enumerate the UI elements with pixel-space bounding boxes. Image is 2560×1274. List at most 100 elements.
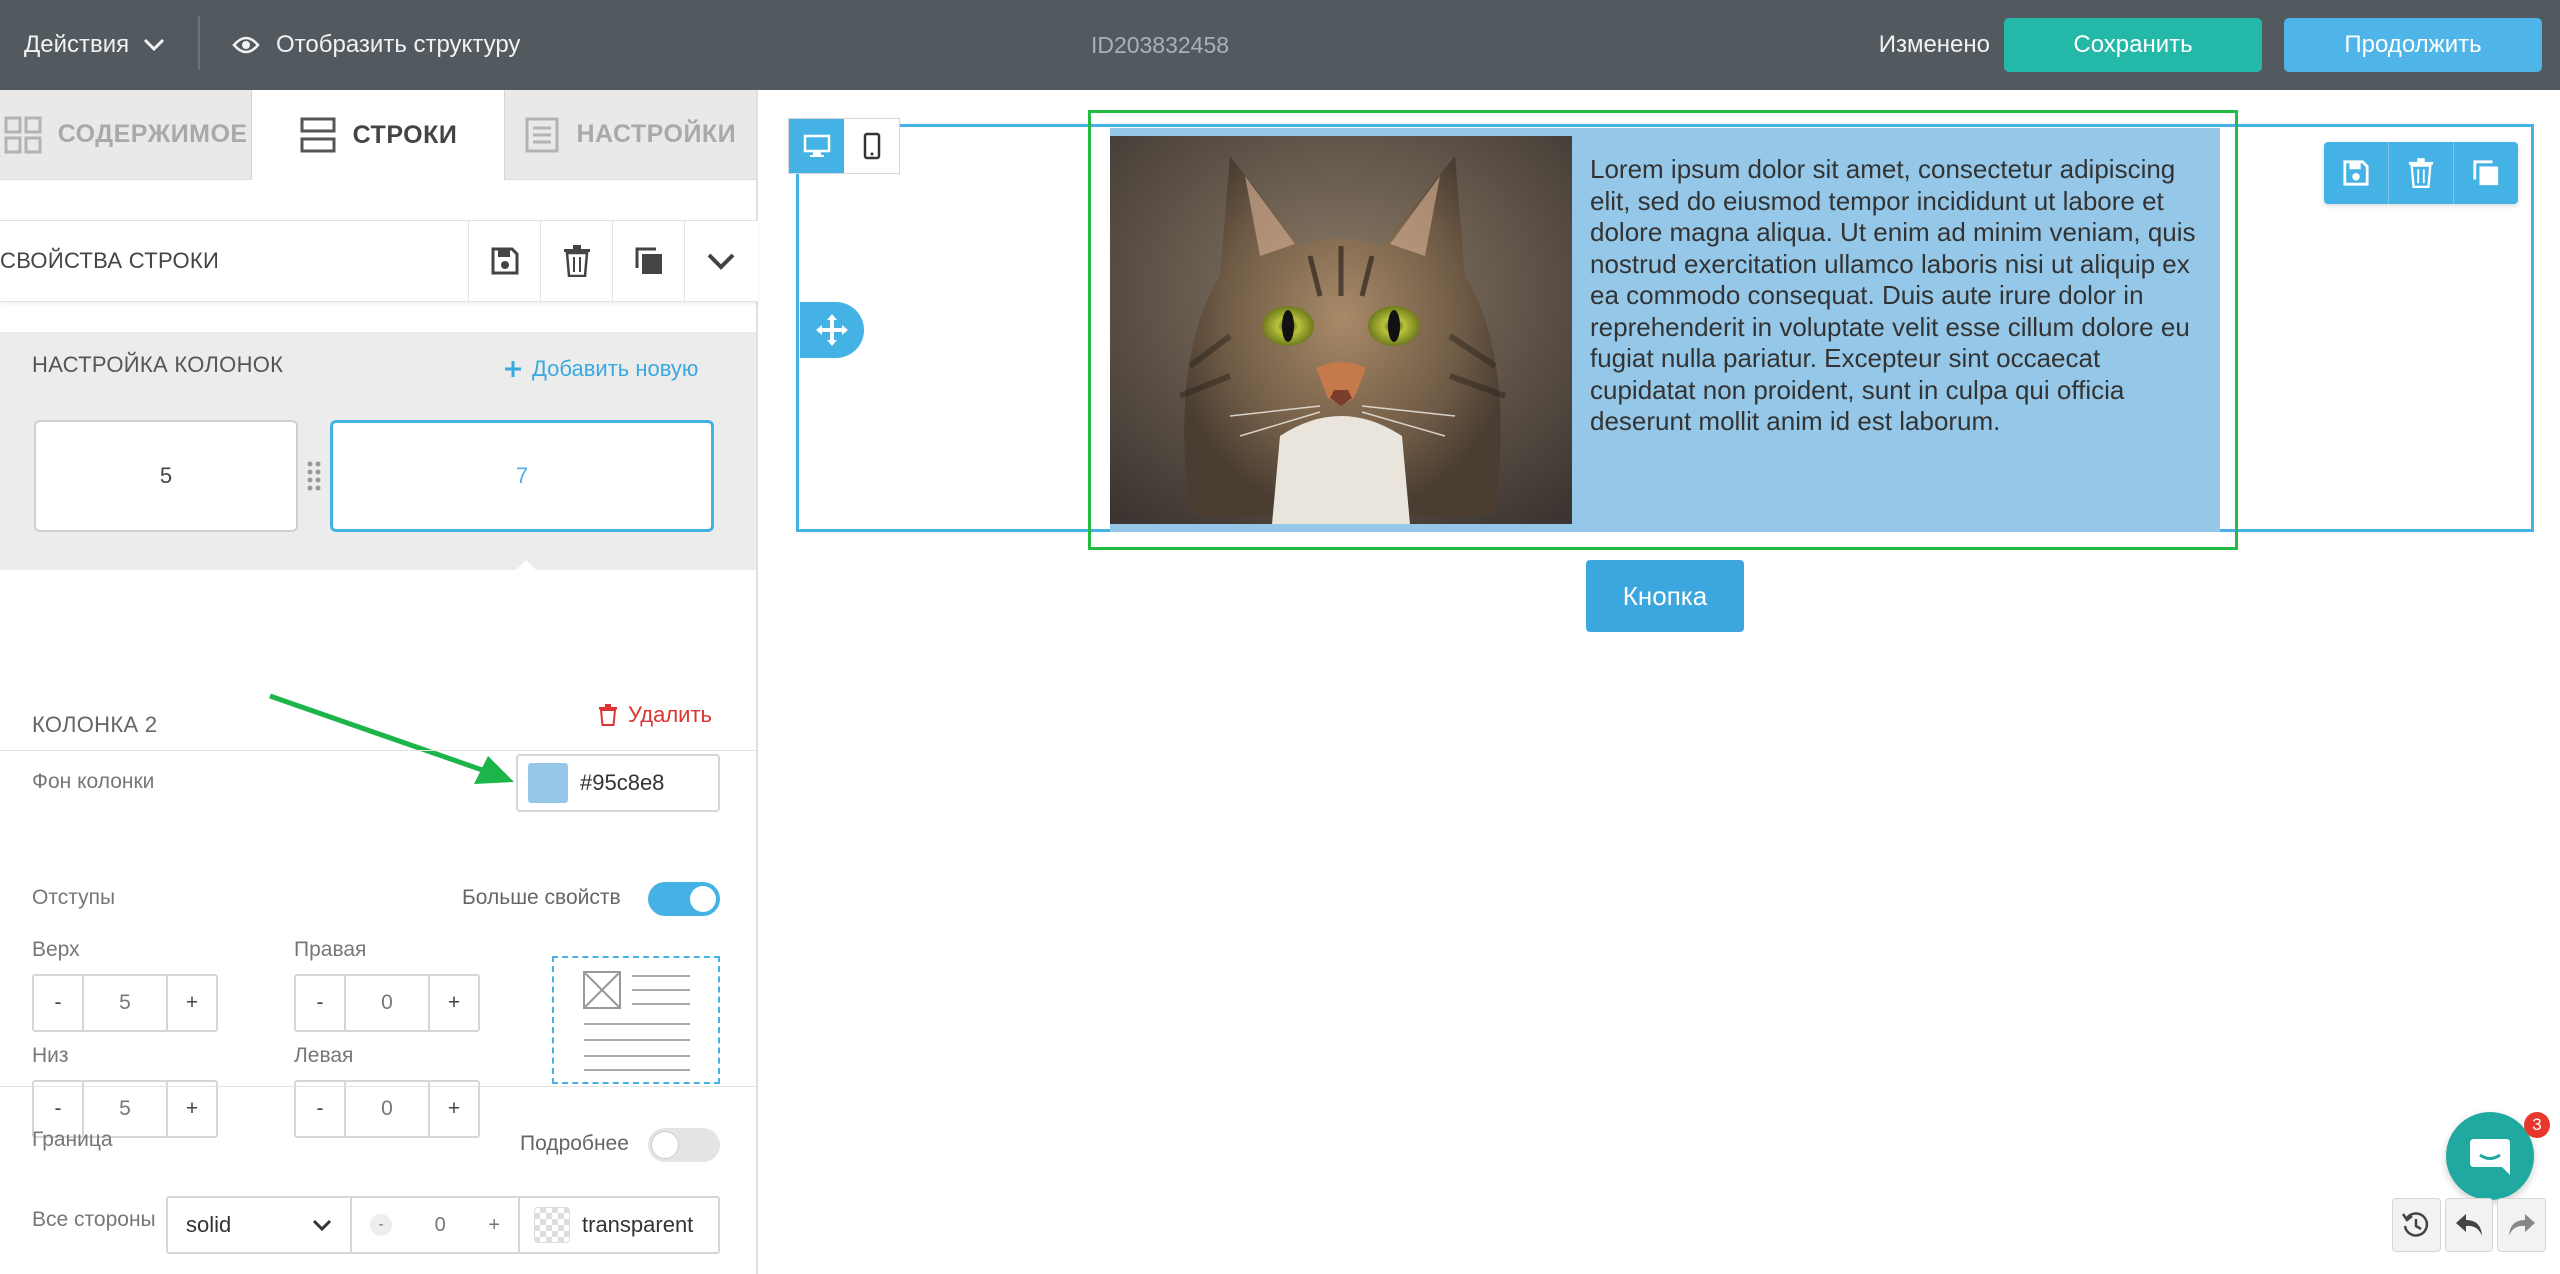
decrement-button[interactable]: - [296,976,344,1030]
column-2-title: КОЛОНКА 2 [32,712,158,737]
padding-left-value[interactable]: 0 [344,1082,430,1136]
duplicate-row-button[interactable] [612,221,684,301]
decrement-button[interactable]: - [34,976,82,1030]
tab-settings[interactable]: НАСТРОЙКИ [503,90,756,180]
tab-content-label: СОДЕРЖИМОЕ [57,120,248,148]
panel-tabs: СОДЕРЖИМОЕ СТРОКИ НАСТРОЙКИ [0,90,756,180]
chat-icon [2470,1139,2510,1175]
increment-button[interactable]: + [488,1214,500,1237]
continue-button[interactable]: Продолжить [2284,18,2542,72]
add-column-link[interactable]: Добавить новую [504,356,698,382]
green-arrow-annotation [269,693,514,784]
plus-icon [505,361,521,377]
all-sides-label: Все стороны [32,1208,156,1231]
divider [198,16,200,70]
tab-rows[interactable]: СТРОКИ [252,90,504,180]
history-icon [2402,1212,2429,1237]
chat-widget-button[interactable] [2446,1112,2534,1200]
desktop-view-button[interactable] [789,119,844,173]
properties-panel: СОДЕРЖИМОЕ СТРОКИ НАСТРОЙКИ СВОЙСТВА СТР… [0,90,758,1274]
history-button[interactable] [2392,1198,2441,1252]
document-id: ID203832458 [1090,31,1230,58]
padding-right-stepper: - 0 + [294,974,480,1032]
border-color-value: transparent [582,1212,694,1237]
save-row-button[interactable] [468,221,540,301]
settings-doc-icon [525,117,559,152]
divider [0,750,756,751]
undo-icon [2456,1214,2482,1236]
collapse-button[interactable] [684,221,756,301]
selection-pointer [510,560,542,576]
color-value: #95c8e8 [580,770,665,795]
increment-button[interactable]: + [430,1082,478,1136]
mobile-icon [863,132,880,160]
increment-button[interactable]: + [168,976,216,1030]
save-button[interactable]: Сохранить [2004,18,2262,72]
canvas-button-element[interactable]: Кнопка [1586,560,1744,632]
row-properties-header: СВОЙСТВА СТРОКИ [0,220,758,302]
save-icon [2343,160,2369,186]
cat-image[interactable] [1110,136,1572,524]
delete-column-link[interactable]: Удалить [598,702,712,728]
device-switcher [788,118,900,174]
delete-column-label: Удалить [628,702,712,727]
border-controls: solid - 0 + transparent [166,1196,720,1254]
actions-menu[interactable]: Действия [24,0,165,90]
redo-button[interactable] [2497,1198,2547,1252]
tab-content[interactable]: СОДЕРЖИМОЕ [0,90,253,180]
undo-button[interactable] [2444,1198,2494,1252]
chat-unread-badge: 3 [2524,1112,2550,1138]
history-controls [2392,1198,2547,1252]
divider [0,1086,756,1087]
transparent-swatch [534,1207,570,1243]
toggle-knob [651,1131,679,1159]
decrement-button[interactable]: - [370,1214,392,1236]
save-icon [491,247,518,275]
more-props-toggle[interactable] [648,882,720,916]
color-swatch[interactable] [528,763,568,803]
padding-preview-icon [552,956,720,1084]
drag-handle-icon[interactable] [306,460,322,497]
padding-title: Отступы [32,886,116,909]
delete-row-button[interactable] [540,221,612,301]
duplicate-row-button[interactable] [2453,142,2518,204]
border-color-input[interactable]: transparent [520,1198,718,1252]
tab-settings-label: НАСТРОЙКИ [576,120,737,148]
border-width-value[interactable]: 0 [435,1214,446,1237]
column-width-box-2[interactable]: 7 [330,420,714,532]
show-structure-toggle[interactable]: Отобразить структуру [232,0,520,90]
border-style-select[interactable]: solid [168,1198,352,1252]
trash-icon [2408,158,2434,188]
tab-rows-label: СТРОКИ [352,120,458,149]
padding-left-stepper: - 0 + [294,1080,480,1138]
move-row-handle[interactable] [800,302,864,358]
row-properties-label: СВОЙСТВА СТРОКИ [0,248,220,273]
decrement-button[interactable]: - [296,1082,344,1136]
border-details-toggle[interactable] [648,1128,720,1162]
column-width-box-1[interactable]: 5 [34,420,298,532]
increment-button[interactable]: + [168,1082,216,1136]
border-width-stepper: - 0 + [352,1198,520,1252]
padding-left-label: Левая [294,1044,354,1067]
eye-icon [232,36,260,54]
save-row-button[interactable] [2324,142,2388,204]
delete-row-button[interactable] [2388,142,2453,204]
redo-icon [2508,1214,2535,1236]
save-status: Изменено [1878,31,1990,58]
move-icon [816,314,848,346]
padding-bottom-label: Низ [32,1044,69,1067]
border-title: Граница [32,1128,113,1151]
more-props-label: Больше свойств [462,886,621,909]
column-setup-section: НАСТРОЙКА КОЛОНОК Добавить новую 5 7 [0,332,756,570]
text-block[interactable]: Lorem ipsum dolor sit amet, consectetur … [1590,154,2206,438]
mobile-view-button[interactable] [844,119,899,173]
duplicate-icon [635,247,662,274]
rows-icon [300,117,336,153]
padding-top-value[interactable]: 5 [82,976,168,1030]
add-column-label: Добавить новую [532,356,699,381]
increment-button[interactable]: + [430,976,478,1030]
column-bg-color-input[interactable]: #95c8e8 [516,754,720,812]
trash-icon [599,704,617,726]
row-toolbar [2324,142,2518,204]
padding-right-value[interactable]: 0 [344,976,430,1030]
